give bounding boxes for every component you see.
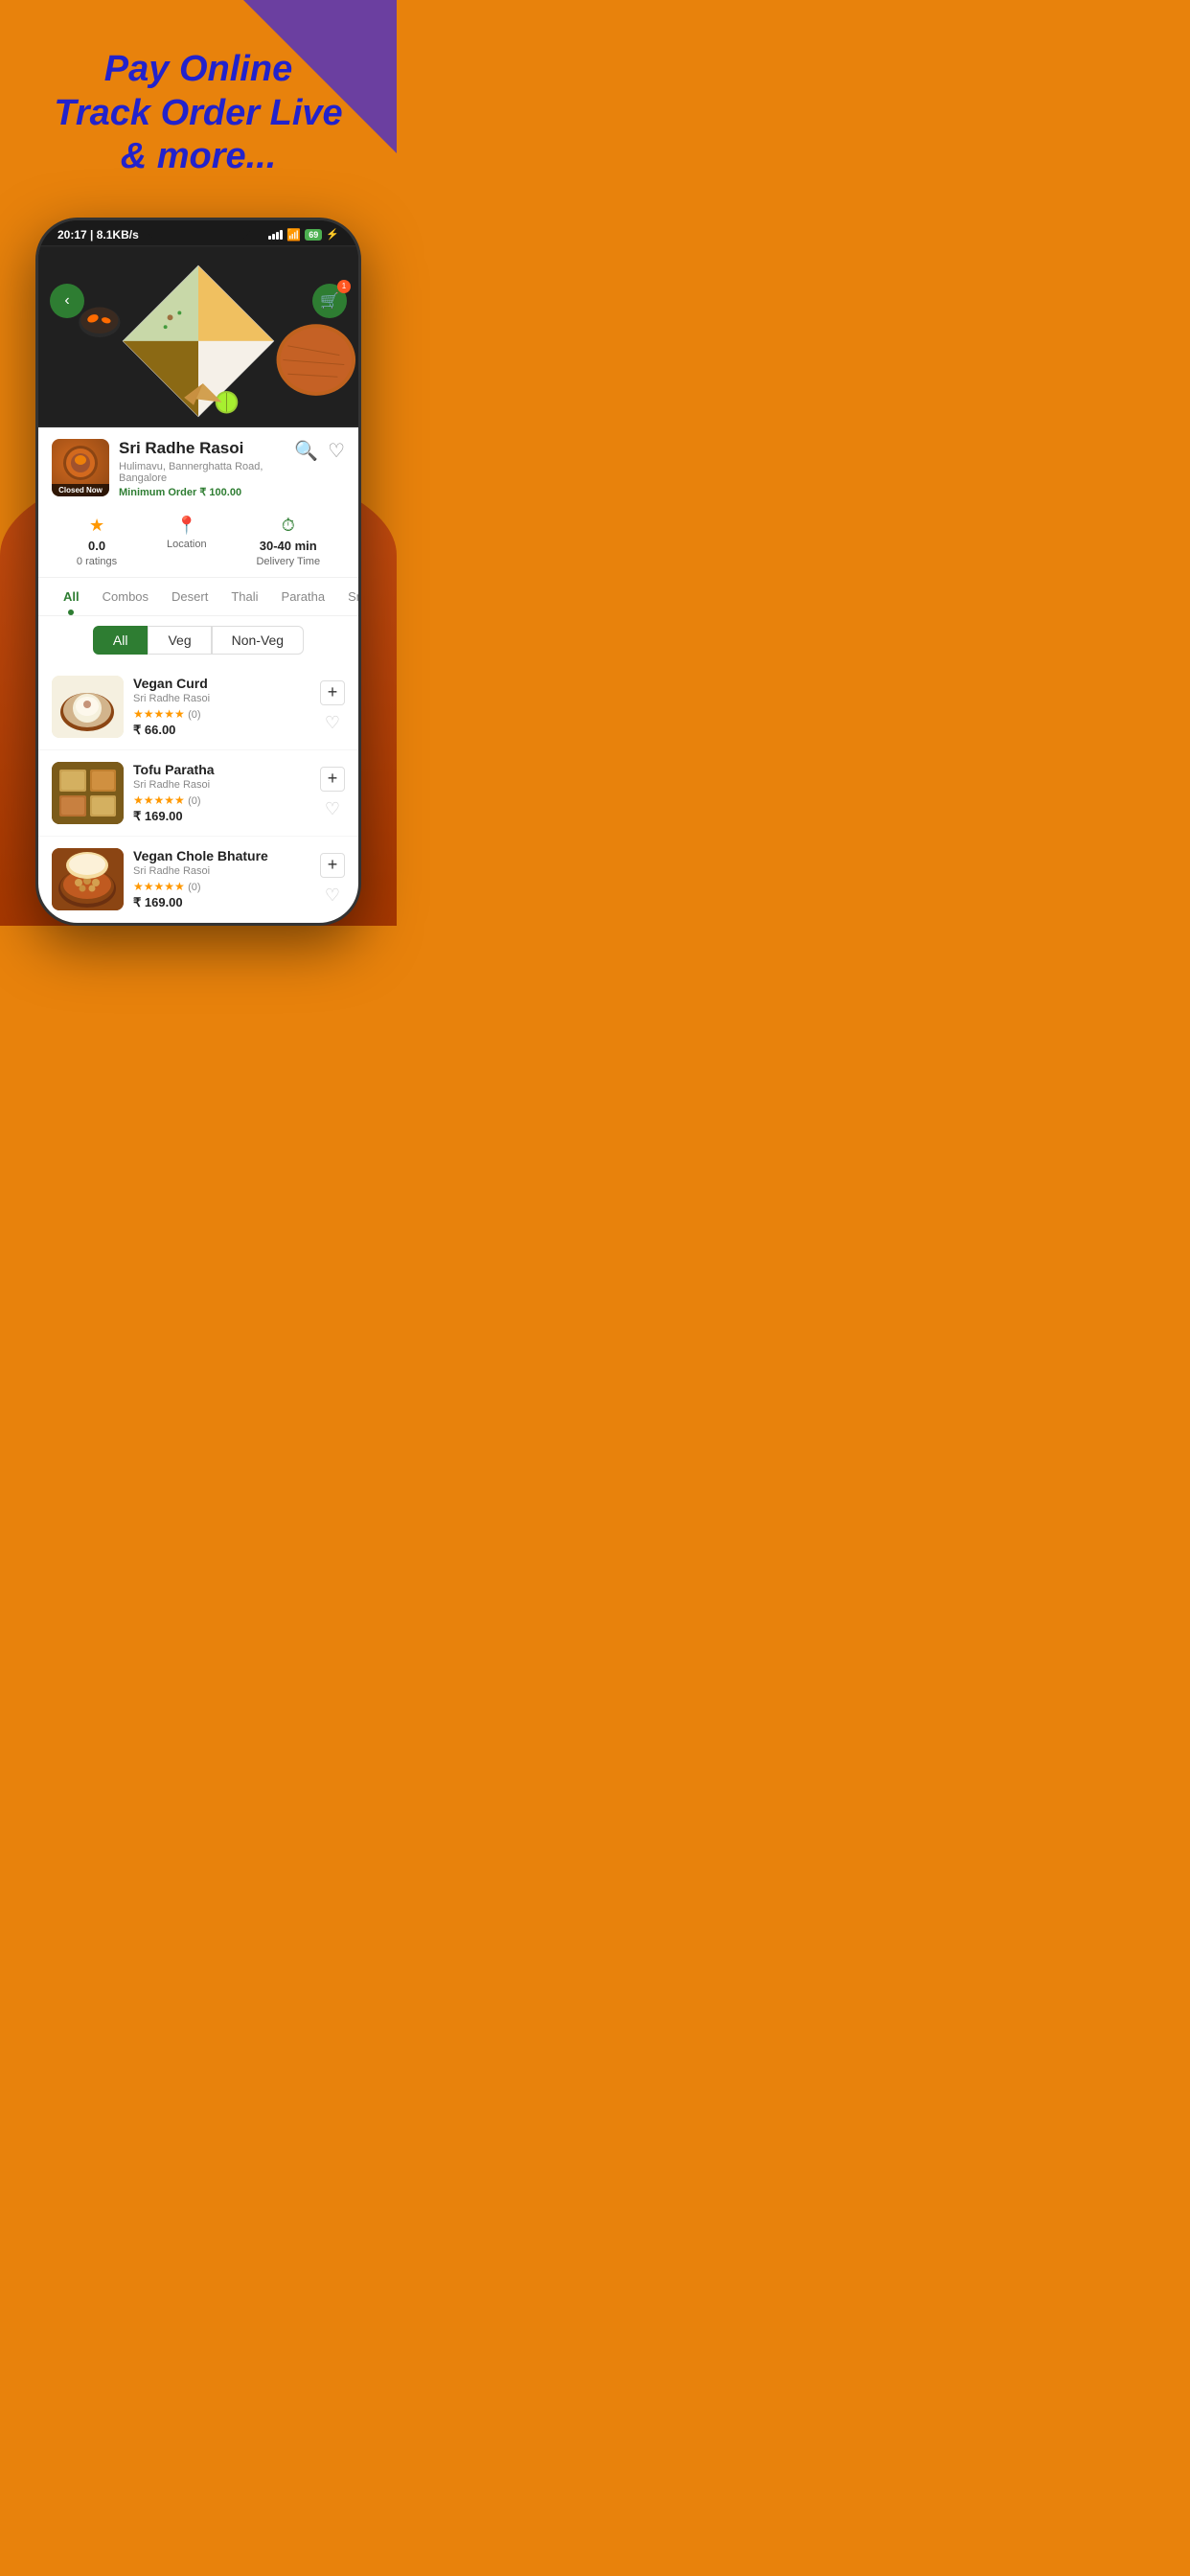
signal-icon bbox=[268, 230, 283, 240]
location-label: Location bbox=[167, 539, 207, 550]
phone-notch bbox=[146, 220, 251, 242]
back-icon: ‹ bbox=[64, 292, 69, 310]
rating-value: 0.0 bbox=[88, 539, 105, 553]
item-details: Vegan Chole Bhature Sri Radhe Rasoi ★★★★… bbox=[133, 848, 310, 910]
status-icons: 📶 69 ⚡ bbox=[268, 228, 339, 242]
restaurant-info: Closed Now Sri Radhe Rasoi Hulimavu, Ban… bbox=[38, 427, 358, 506]
item-favorite[interactable]: ♡ bbox=[325, 799, 340, 819]
add-button[interactable]: + bbox=[320, 680, 345, 705]
item-price: ₹ 169.00 bbox=[133, 895, 310, 910]
item-restaurant: Sri Radhe Rasoi bbox=[133, 865, 310, 877]
add-button[interactable]: + bbox=[320, 853, 345, 878]
item-stars: ★★★★★ (0) bbox=[133, 707, 310, 721]
delivery-label: Delivery Time bbox=[256, 556, 320, 567]
min-order: Minimum Order ₹ 100.00 bbox=[119, 486, 285, 498]
menu-item: Vegan Curd Sri Radhe Rasoi ★★★★★ (0) ₹ 6… bbox=[38, 664, 358, 750]
item-restaurant: Sri Radhe Rasoi bbox=[133, 779, 310, 791]
phone-mockup: 20:17 | 8.1KB/s 📶 69 ⚡ bbox=[0, 218, 397, 926]
menu-item: Vegan Chole Bhature Sri Radhe Rasoi ★★★★… bbox=[38, 837, 358, 923]
menu-item: Tofu Paratha Sri Radhe Rasoi ★★★★★ (0) ₹… bbox=[38, 750, 358, 837]
item-image-chole bbox=[52, 848, 124, 910]
tab-snacks[interactable]: Snacks bbox=[336, 586, 358, 608]
item-name: Tofu Paratha bbox=[133, 762, 310, 777]
charging-icon: ⚡ bbox=[326, 228, 339, 241]
tab-desert[interactable]: Desert bbox=[160, 586, 219, 608]
battery-icon: 69 bbox=[305, 229, 322, 241]
category-tabs: All Combos Desert Thali Paratha Snacks D… bbox=[38, 578, 358, 616]
restaurant-header: Closed Now Sri Radhe Rasoi Hulimavu, Ban… bbox=[52, 439, 345, 498]
rating-stat: ★ 0.0 0 ratings bbox=[77, 516, 117, 567]
delivery-stat: ⏱ 30-40 min Delivery Time bbox=[256, 516, 320, 567]
delivery-time: 30-40 min bbox=[260, 539, 317, 553]
food-illustration bbox=[38, 245, 358, 427]
stats-row: ★ 0.0 0 ratings 📍 Location ⏱ 30-40 min D… bbox=[38, 506, 358, 578]
tab-all[interactable]: All bbox=[52, 586, 91, 608]
tab-thali[interactable]: Thali bbox=[219, 586, 269, 608]
tab-combos[interactable]: Combos bbox=[91, 586, 160, 608]
item-details: Tofu Paratha Sri Radhe Rasoi ★★★★★ (0) ₹… bbox=[133, 762, 310, 824]
item-actions: + ♡ bbox=[320, 680, 345, 733]
action-icons: 🔍 ♡ bbox=[294, 439, 345, 463]
promo-line1: Pay Online bbox=[104, 49, 292, 89]
restaurant-address: Hulimavu, Bannerghatta Road, Bangalore bbox=[119, 461, 285, 484]
filter-veg[interactable]: Veg bbox=[148, 626, 211, 655]
promo-text-block: Pay Online Track Order Live & more... bbox=[0, 0, 397, 208]
filter-all[interactable]: All bbox=[93, 626, 149, 655]
phone-frame: 20:17 | 8.1KB/s 📶 69 ⚡ bbox=[35, 218, 361, 926]
restaurant-details: Sri Radhe Rasoi Hulimavu, Bannerghatta R… bbox=[119, 439, 285, 498]
search-icon[interactable]: 🔍 bbox=[294, 439, 318, 463]
item-actions: + ♡ bbox=[320, 853, 345, 906]
item-actions: + ♡ bbox=[320, 767, 345, 819]
restaurant-name: Sri Radhe Rasoi bbox=[119, 439, 285, 458]
item-stars: ★★★★★ (0) bbox=[133, 794, 310, 807]
cart-button[interactable]: 🛒 1 bbox=[312, 284, 347, 318]
item-restaurant: Sri Radhe Rasoi bbox=[133, 693, 310, 704]
cart-icon: 🛒 bbox=[320, 291, 339, 310]
tab-paratha[interactable]: Paratha bbox=[270, 586, 337, 608]
restaurant-logo: Closed Now bbox=[52, 439, 109, 496]
item-image-curd bbox=[52, 676, 124, 738]
promo-heading: Pay Online Track Order Live & more... bbox=[19, 48, 378, 179]
item-price: ₹ 66.00 bbox=[133, 723, 310, 738]
menu-list: Vegan Curd Sri Radhe Rasoi ★★★★★ (0) ₹ 6… bbox=[38, 664, 358, 923]
filter-nonveg[interactable]: Non-Veg bbox=[212, 626, 304, 655]
add-button[interactable]: + bbox=[320, 767, 345, 792]
hero-image: ‹ 🛒 1 bbox=[38, 245, 358, 427]
item-name: Vegan Curd bbox=[133, 676, 310, 691]
promo-line2: Track Order Live bbox=[54, 93, 342, 133]
item-details: Vegan Curd Sri Radhe Rasoi ★★★★★ (0) ₹ 6… bbox=[133, 676, 310, 738]
item-price: ₹ 169.00 bbox=[133, 809, 310, 824]
item-favorite[interactable]: ♡ bbox=[325, 886, 340, 906]
item-stars: ★★★★★ (0) bbox=[133, 880, 310, 893]
cart-badge: 1 bbox=[337, 280, 351, 293]
location-icon: 📍 bbox=[176, 516, 197, 536]
wifi-icon: 📶 bbox=[286, 228, 301, 242]
closed-badge: Closed Now bbox=[52, 484, 109, 496]
status-time: 20:17 | 8.1KB/s bbox=[57, 228, 139, 242]
promo-line3: & more... bbox=[121, 136, 277, 176]
item-favorite[interactable]: ♡ bbox=[325, 713, 340, 733]
item-image-paratha bbox=[52, 762, 124, 824]
rating-label: 0 ratings bbox=[77, 556, 117, 567]
back-button[interactable]: ‹ bbox=[50, 284, 84, 318]
clock-icon: ⏱ bbox=[282, 516, 295, 536]
location-stat[interactable]: 📍 Location bbox=[167, 516, 207, 567]
diet-filter: All Veg Non-Veg bbox=[38, 616, 358, 664]
item-name: Vegan Chole Bhature bbox=[133, 848, 310, 863]
star-icon: ★ bbox=[89, 516, 104, 536]
favorite-icon[interactable]: ♡ bbox=[328, 439, 345, 463]
